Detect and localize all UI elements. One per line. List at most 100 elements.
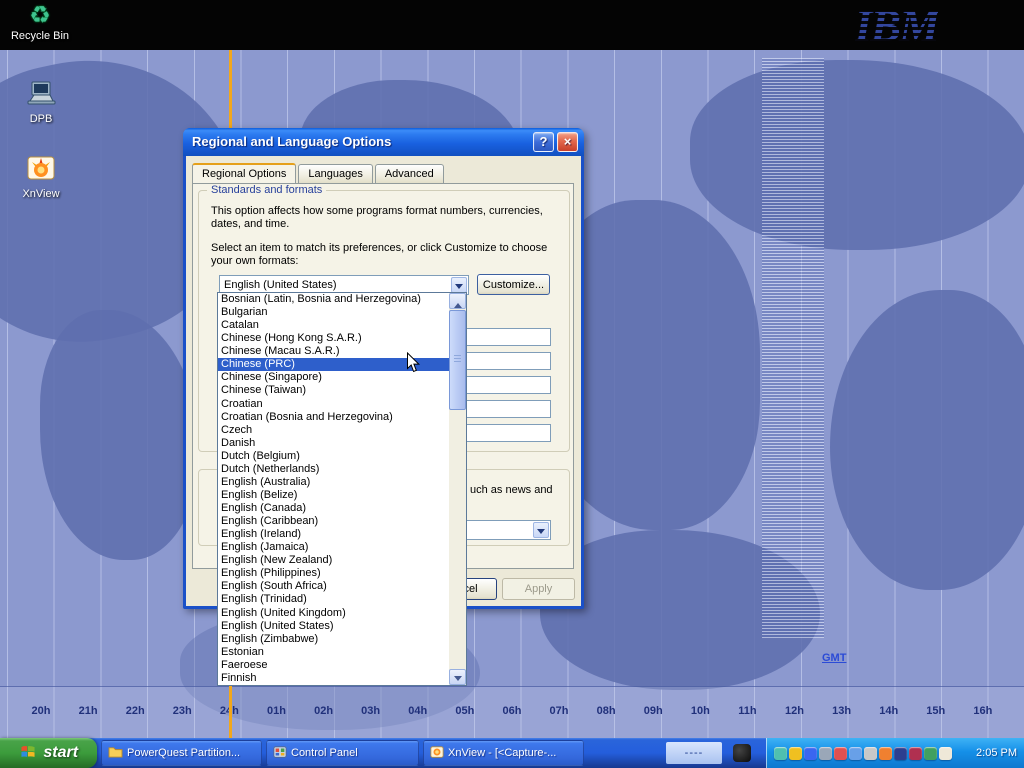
instruction-text: your own formats: xyxy=(211,255,298,267)
recycle-bin-label: Recycle Bin xyxy=(8,30,72,42)
desktop: GMT 20h21h22h23h24h01h02h03h04h05h06h07h… xyxy=(0,0,1024,768)
timezone-label: 12h xyxy=(780,705,810,717)
tab-languages[interactable]: Languages xyxy=(298,164,372,183)
locale-option[interactable]: Finnish xyxy=(218,672,449,685)
timezone-label: 05h xyxy=(450,705,480,717)
close-button[interactable]: × xyxy=(557,132,578,152)
tray-icon[interactable] xyxy=(924,747,937,760)
locale-option[interactable]: Chinese (Hong Kong S.A.R.) xyxy=(218,332,449,345)
timezone-label: 04h xyxy=(403,705,433,717)
locale-option[interactable]: English (New Zealand) xyxy=(218,554,449,567)
dialog-titlebar[interactable]: Regional and Language Options ? × xyxy=(183,128,584,156)
tray-icon[interactable] xyxy=(909,747,922,760)
locale-option[interactable]: English (United Kingdom) xyxy=(218,607,449,620)
locale-option[interactable]: Dutch (Belgium) xyxy=(218,450,449,463)
locale-option[interactable]: Chinese (PRC) xyxy=(218,358,449,371)
dpb-desktop-icon[interactable]: DPB xyxy=(12,80,70,125)
locale-option[interactable]: Czech xyxy=(218,424,449,437)
dropdown-scrollbar[interactable] xyxy=(449,293,466,685)
xnview-desktop-icon[interactable]: XnView xyxy=(12,153,70,200)
locale-option[interactable]: Dutch (Netherlands) xyxy=(218,463,449,476)
tray-icon[interactable] xyxy=(864,747,877,760)
locale-option[interactable]: English (South Africa) xyxy=(218,580,449,593)
tray-icon[interactable] xyxy=(774,747,787,760)
instruction-text: Select an item to match its preferences,… xyxy=(211,242,547,254)
dialog-title: Regional and Language Options xyxy=(192,134,391,149)
timezone-labels-row: 20h21h22h23h24h01h02h03h04h05h06h07h08h0… xyxy=(26,705,998,717)
locale-option[interactable]: Croatian xyxy=(218,398,449,411)
locale-option[interactable]: English (United States) xyxy=(218,620,449,633)
locale-option[interactable]: Bosnian (Latin, Bosnia and Herzegovina) xyxy=(218,293,449,306)
scrollbar-down-button[interactable] xyxy=(449,669,466,685)
tray-icon[interactable] xyxy=(834,747,847,760)
taskbar-clock[interactable]: 2:05 PM xyxy=(976,738,1017,768)
tray-icon[interactable] xyxy=(819,747,832,760)
apply-button[interactable]: Apply xyxy=(502,578,575,600)
timezone-label: 09h xyxy=(638,705,668,717)
locale-option[interactable]: English (Australia) xyxy=(218,476,449,489)
recycle-bin-icon: ♻ xyxy=(8,2,72,30)
locale-options: Bosnian (Latin, Bosnia and Herzegovina)B… xyxy=(218,293,449,685)
tab-advanced[interactable]: Advanced xyxy=(375,164,444,183)
help-button[interactable]: ? xyxy=(533,132,554,152)
locale-option[interactable]: English (Zimbabwe) xyxy=(218,633,449,646)
xnview-icon xyxy=(25,153,57,188)
timezone-label: 23h xyxy=(167,705,197,717)
gmt-label: GMT xyxy=(822,652,846,664)
scrollbar-thumb[interactable] xyxy=(449,310,466,410)
timezone-label: 13h xyxy=(827,705,857,717)
locale-option[interactable]: English (Ireland) xyxy=(218,528,449,541)
locale-option[interactable]: Danish xyxy=(218,437,449,450)
timezone-label: 06h xyxy=(497,705,527,717)
timezone-label: 22h xyxy=(120,705,150,717)
start-button[interactable]: start xyxy=(0,738,97,768)
scroll-down-icon xyxy=(454,676,462,685)
xnview-label: XnView xyxy=(12,188,70,200)
scroll-up-icon xyxy=(454,299,462,308)
tray-icon[interactable] xyxy=(879,747,892,760)
taskbar-button-powerquest[interactable]: PowerQuest Partition... xyxy=(101,740,262,766)
locale-option[interactable]: Faeroese xyxy=(218,659,449,672)
locale-combobox-value: English (United States) xyxy=(224,279,337,291)
tray-icon[interactable] xyxy=(849,747,862,760)
customize-button[interactable]: Customize... xyxy=(477,274,550,295)
chevron-down-icon xyxy=(537,529,545,538)
locale-option[interactable]: Bulgarian xyxy=(218,306,449,319)
scrollbar-up-button[interactable] xyxy=(449,293,466,309)
tray-icon[interactable] xyxy=(804,747,817,760)
taskbar-button-control-panel[interactable]: Control Panel xyxy=(266,740,419,766)
tray-icon[interactable] xyxy=(939,747,952,760)
tab-regional-options[interactable]: Regional Options xyxy=(192,163,296,183)
taskbar-toolbar-band[interactable]: ---- xyxy=(666,742,722,764)
locale-option[interactable]: English (Canada) xyxy=(218,502,449,515)
dropdown-arrow-button[interactable] xyxy=(451,277,467,293)
tray-icon[interactable] xyxy=(789,747,802,760)
taskbar-button-xnview[interactable]: XnView - [<Capture-... xyxy=(423,740,584,766)
timezone-label: 16h xyxy=(968,705,998,717)
folder-icon xyxy=(108,745,123,761)
tab-strip: Regional Options Languages Advanced xyxy=(192,164,446,183)
locale-option[interactable]: English (Belize) xyxy=(218,489,449,502)
locale-option[interactable]: Croatian (Bosnia and Herzegovina) xyxy=(218,411,449,424)
dropdown-arrow-button[interactable] xyxy=(533,522,549,538)
control-panel-icon xyxy=(273,745,287,762)
timezone-label: 20h xyxy=(26,705,56,717)
locale-option[interactable]: Chinese (Taiwan) xyxy=(218,384,449,397)
locale-option[interactable]: Chinese (Singapore) xyxy=(218,371,449,384)
recycle-bin-desktop-icon[interactable]: ♻ Recycle Bin xyxy=(8,2,72,42)
timezone-label: 11h xyxy=(732,705,762,717)
locale-option[interactable]: Catalan xyxy=(218,319,449,332)
tray-icon[interactable] xyxy=(894,747,907,760)
locale-option[interactable]: Estonian xyxy=(218,646,449,659)
map-landmass xyxy=(40,310,200,560)
description-text: This option affects how some programs fo… xyxy=(211,205,543,217)
timezone-label: 21h xyxy=(73,705,103,717)
locale-option[interactable]: English (Caribbean) xyxy=(218,515,449,528)
dpb-label: DPB xyxy=(12,113,70,125)
taskbar-misc-icon[interactable] xyxy=(733,744,751,762)
timezone-label: 03h xyxy=(356,705,386,717)
locale-option[interactable]: English (Jamaica) xyxy=(218,541,449,554)
locale-option[interactable]: Chinese (Macau S.A.R.) xyxy=(218,345,449,358)
locale-option[interactable]: English (Philippines) xyxy=(218,567,449,580)
locale-option[interactable]: English (Trinidad) xyxy=(218,593,449,606)
